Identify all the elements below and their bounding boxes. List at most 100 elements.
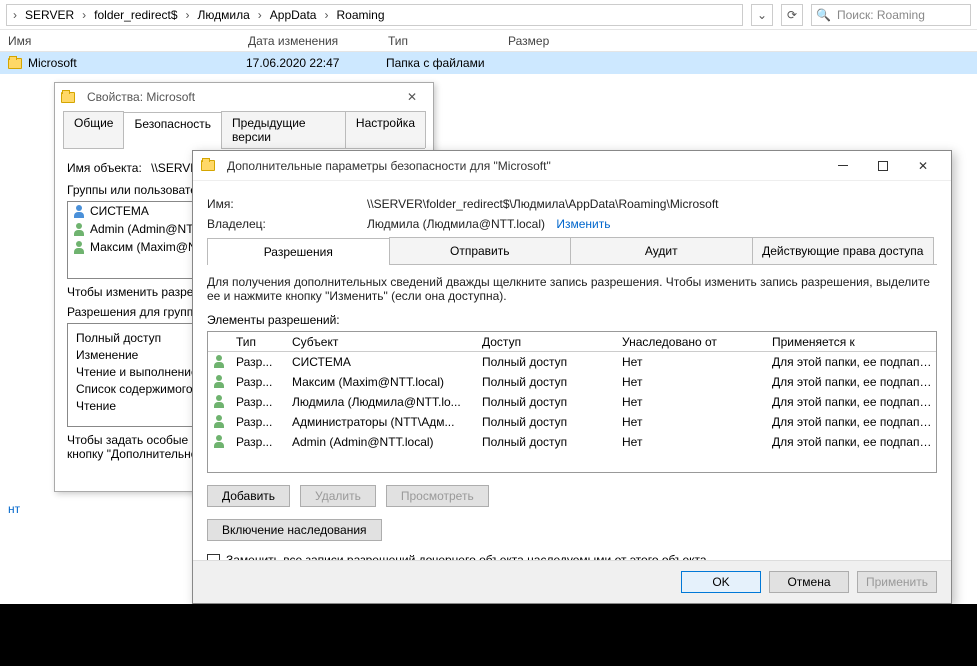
crumb-user[interactable]: Людмила [194, 8, 254, 22]
table-row[interactable]: Разр...Администраторы (NTT\Адм...Полный … [208, 412, 936, 432]
apply-button[interactable]: Применить [857, 571, 937, 593]
tab-previous-versions[interactable]: Предыдущие версии [221, 111, 346, 148]
name-label: Имя: [207, 197, 367, 211]
delete-button[interactable]: Удалить [300, 485, 376, 507]
cell-inherited: Нет [622, 355, 772, 369]
ok-button[interactable]: OK [681, 571, 761, 593]
table-row[interactable]: Разр...СИСТЕМАПолный доступНетДля этой п… [208, 352, 936, 372]
chevron-right-icon: › [80, 8, 88, 22]
minimize-button[interactable] [823, 154, 863, 178]
search-input[interactable]: 🔍 Поиск: Roaming [811, 4, 971, 26]
cell-type: Разр... [236, 415, 292, 429]
cell-inherited: Нет [622, 395, 772, 409]
file-list[interactable]: Microsoft 17.06.2020 22:47 Папка с файла… [0, 52, 977, 74]
chevron-right-icon: › [322, 8, 330, 22]
close-icon: ✕ [918, 159, 928, 173]
tab-security[interactable]: Безопасность [123, 112, 222, 149]
col-size[interactable]: Размер [508, 34, 588, 48]
history-dropdown-button[interactable]: ⌄ [751, 4, 773, 26]
item-date: 17.06.2020 22:47 [246, 56, 386, 70]
close-button[interactable]: ✕ [397, 90, 427, 104]
owner-label: Владелец: [207, 217, 367, 231]
cell-access: Полный доступ [482, 415, 622, 429]
crumb-roaming[interactable]: Roaming [332, 8, 388, 22]
table-row[interactable]: Разр...Максим (Maxim@NTT.local)Полный до… [208, 372, 936, 392]
user-icon [212, 354, 226, 368]
tab-effective-access[interactable]: Действующие права доступа [752, 237, 935, 264]
add-button[interactable]: Добавить [207, 485, 290, 507]
cell-subject: СИСТЕМА [292, 355, 482, 369]
enable-inheritance-button[interactable]: Включение наследования [207, 519, 382, 541]
close-button[interactable]: ✕ [903, 154, 943, 178]
tab-audit[interactable]: Аудит [570, 237, 753, 264]
user-icon [212, 434, 226, 448]
tab-share[interactable]: Отправить [389, 237, 572, 264]
folder-icon [201, 160, 215, 171]
cell-inherited: Нет [622, 415, 772, 429]
chevron-right-icon: › [184, 8, 192, 22]
col-name[interactable]: Имя [8, 34, 248, 48]
maximize-button[interactable] [863, 154, 903, 178]
group-icon [72, 204, 86, 218]
refresh-button[interactable]: ⟳ [781, 4, 803, 26]
table-row[interactable]: Разр...Admin (Admin@NTT.local)Полный дос… [208, 432, 936, 452]
search-placeholder: Поиск: Roaming [837, 8, 925, 22]
cell-subject: Admin (Admin@NTT.local) [292, 435, 482, 449]
cell-applies: Для этой папки, ее подпапок ... [772, 355, 932, 369]
window-title: Свойства: Microsoft [87, 90, 397, 104]
item-name: Microsoft [28, 56, 246, 70]
elements-label: Элементы разрешений: [207, 313, 937, 327]
folder-icon [61, 92, 75, 103]
view-button[interactable]: Просмотреть [386, 485, 489, 507]
col-subject[interactable]: Субъект [292, 335, 482, 349]
col-type[interactable]: Тип [236, 335, 292, 349]
change-owner-link[interactable]: Изменить [556, 217, 610, 231]
permissions-table[interactable]: Тип Субъект Доступ Унаследовано от Приме… [207, 331, 937, 473]
user-icon [212, 394, 226, 408]
column-headers[interactable]: Имя Дата изменения Тип Размер [0, 30, 977, 52]
chevron-right-icon: › [11, 8, 19, 22]
tab-general[interactable]: Общие [63, 111, 124, 148]
cell-type: Разр... [236, 375, 292, 389]
cell-inherited: Нет [622, 375, 772, 389]
footer-link[interactable]: нт [8, 502, 20, 516]
user-icon [72, 222, 86, 236]
cancel-button[interactable]: Отмена [769, 571, 849, 593]
crumb-folder[interactable]: folder_redirect$ [90, 8, 181, 22]
titlebar[interactable]: Свойства: Microsoft ✕ [55, 83, 433, 111]
col-applies[interactable]: Применяется к [772, 335, 932, 349]
col-inherited[interactable]: Унаследовано от [622, 335, 772, 349]
crumb-appdata[interactable]: AppData [266, 8, 321, 22]
item-type: Папка с файлами [386, 56, 506, 70]
folder-icon [8, 58, 22, 69]
titlebar[interactable]: Дополнительные параметры безопасности дл… [193, 151, 951, 181]
cell-applies: Для этой папки, ее подпапок ... [772, 435, 932, 449]
col-date[interactable]: Дата изменения [248, 34, 388, 48]
cell-applies: Для этой папки, ее подпапок ... [772, 415, 932, 429]
cell-type: Разр... [236, 435, 292, 449]
list-item[interactable]: Microsoft 17.06.2020 22:47 Папка с файла… [0, 52, 977, 74]
tab-customize[interactable]: Настройка [345, 111, 426, 148]
breadcrumb[interactable]: › SERVER › folder_redirect$ › Людмила › … [6, 4, 743, 26]
cell-type: Разр... [236, 355, 292, 369]
crumb-server[interactable]: SERVER [21, 8, 78, 22]
user-icon [212, 374, 226, 388]
cell-applies: Для этой папки, ее подпапок ... [772, 375, 932, 389]
cell-applies: Для этой папки, ее подпапок ... [772, 395, 932, 409]
owner-value: Людмила (Людмила@NTT.local) [367, 217, 545, 231]
table-row[interactable]: Разр...Людмила (Людмила@NTT.lo...Полный … [208, 392, 936, 412]
minimize-icon [838, 165, 848, 166]
user-icon [212, 414, 226, 428]
cell-subject: Администраторы (NTT\Адм... [292, 415, 482, 429]
col-access[interactable]: Доступ [482, 335, 622, 349]
object-name-label: Имя объекта: [67, 161, 142, 175]
tab-bar: Разрешения Отправить Аудит Действующие п… [207, 237, 937, 265]
table-header[interactable]: Тип Субъект Доступ Унаследовано от Приме… [208, 332, 936, 352]
cell-access: Полный доступ [482, 395, 622, 409]
tab-permissions[interactable]: Разрешения [207, 238, 390, 265]
cell-access: Полный доступ [482, 375, 622, 389]
advanced-security-dialog: Дополнительные параметры безопасности дл… [192, 150, 952, 604]
col-type[interactable]: Тип [388, 34, 508, 48]
button-bar: OK Отмена Применить [193, 560, 951, 603]
cell-subject: Максим (Maxim@NTT.local) [292, 375, 482, 389]
